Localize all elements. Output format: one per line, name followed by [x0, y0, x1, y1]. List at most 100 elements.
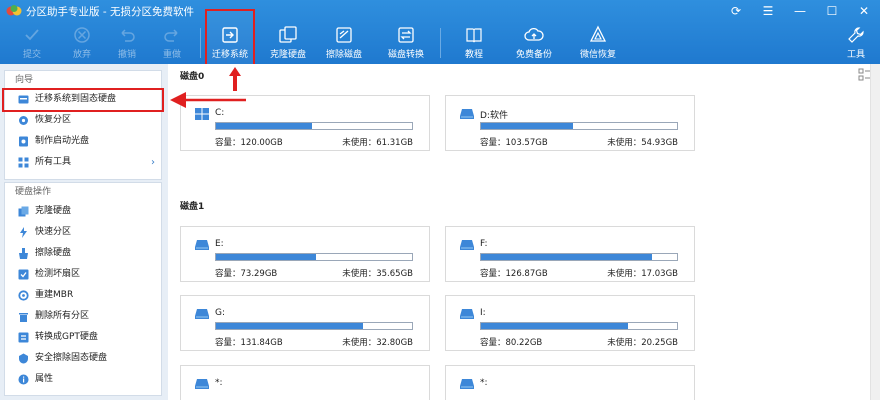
title-bar: 分区助手专业版 - 无损分区免费软件 ⟳ ☰ — ☐ ✕: [0, 0, 880, 22]
vertical-scrollbar[interactable]: [870, 64, 880, 400]
partition-capacity: 容量：131.84GB: [215, 338, 283, 348]
redo-button[interactable]: 重做: [162, 22, 182, 64]
partition-card-i[interactable]: I: 容量：80.22GB 未使用：20.25GB: [445, 295, 695, 351]
app-logo-icon: [6, 5, 22, 16]
partition-free: 未使用：54.93GB: [607, 138, 678, 148]
wizard-panel: 向导 迁移系统到固态硬盘 恢复分区 制作启动光盘 所有工具 ›: [4, 70, 162, 180]
partition-capacity: 容量：80.22GB: [480, 338, 543, 348]
partition-capacity: 容量：103.57GB: [480, 138, 548, 148]
submit-button[interactable]: 提交: [22, 22, 42, 64]
maximize-button[interactable]: ☐: [816, 0, 848, 22]
redo-icon: [164, 29, 178, 42]
sidebar-item-wipe-disk[interactable]: 擦除硬盘: [5, 243, 161, 264]
wechat-recovery-icon: [589, 25, 607, 42]
all-tools-icon: [18, 157, 29, 168]
sidebar-item-label: 所有工具: [35, 157, 72, 167]
sidebar-item-all-tools[interactable]: 所有工具 ›: [5, 152, 161, 173]
discard-button[interactable]: 放弃: [72, 22, 92, 64]
menu-icon[interactable]: ☰: [752, 0, 784, 22]
toolbar: 提交 放弃 撤销 重做 迁移系统 克隆硬盘 擦除磁盘 磁盘转换 教程 免费备份 …: [0, 22, 880, 64]
sidebar-item-secure-erase[interactable]: 安全擦除固态硬盘: [5, 348, 161, 369]
disk-ops-panel: 硬盘操作 克隆硬盘 快速分区 擦除硬盘 检测坏扇区 重建MBR 删除所有分区 转…: [4, 182, 162, 396]
sidebar-item-label: 属性: [35, 374, 54, 384]
recover-icon: [19, 116, 28, 125]
sidebar-item-boot-disc[interactable]: 制作启动光盘: [5, 131, 161, 152]
bad-sector-icon: [18, 269, 29, 280]
wipe-disk-icon: [336, 27, 352, 43]
sidebar-item-bad-sector[interactable]: 检测坏扇区: [5, 264, 161, 285]
tutorial-button[interactable]: 教程: [464, 22, 484, 64]
partition-free: 未使用：35.65GB: [342, 269, 413, 279]
window-title: 分区助手专业版 - 无损分区免费软件: [26, 6, 194, 18]
disk-ops-title: 硬盘操作: [15, 187, 52, 197]
clone-disk-button[interactable]: 克隆硬盘: [270, 22, 306, 64]
sidebar-item-convert-gpt[interactable]: 转换成GPT硬盘: [5, 327, 161, 348]
partition-name: F:: [480, 239, 488, 249]
partition-free: 未使用：32.80GB: [342, 338, 413, 348]
toolbar-separator: [200, 28, 201, 58]
migrate-ssd-highlight: [2, 88, 164, 112]
undo-button[interactable]: 撤销: [117, 22, 137, 64]
tutorial-icon: [466, 28, 482, 43]
usage-bar: [480, 122, 678, 130]
partition-card-unallocated-2[interactable]: *:: [445, 365, 695, 400]
sidebar-item-label: 删除所有分区: [35, 311, 90, 321]
partition-name: *:: [215, 378, 223, 388]
sidebar-item-recover-partition[interactable]: 恢复分区: [5, 110, 161, 131]
partition-card-unallocated-1[interactable]: *:: [180, 365, 430, 400]
refresh-icon[interactable]: ⟳: [720, 0, 752, 22]
wechat-recovery-button[interactable]: 微信恢复: [580, 22, 616, 64]
drive-icon: [195, 240, 209, 250]
partition-card-g[interactable]: G: 容量：131.84GB 未使用：32.80GB: [180, 295, 430, 351]
chevron-right-icon: ›: [151, 157, 155, 168]
sidebar-item-label: 重建MBR: [35, 290, 74, 300]
sidebar: 向导 迁移系统到固态硬盘 恢复分区 制作启动光盘 所有工具 › 硬盘操作 克隆硬…: [0, 64, 168, 400]
partition-free: 未使用：20.25GB: [607, 338, 678, 348]
wipe-icon: [19, 248, 28, 259]
close-button[interactable]: ✕: [848, 0, 880, 22]
wipe-disk-button[interactable]: 擦除磁盘: [326, 22, 362, 64]
usage-fill: [481, 254, 652, 260]
usage-fill: [481, 323, 628, 329]
partition-name: *:: [480, 378, 488, 388]
partition-name: I:: [480, 308, 486, 318]
disk-map-area: 磁盘0 C: 容量：120.00GB 未使用：61.31GB D:软件 容量：1…: [168, 64, 880, 400]
usage-fill: [216, 123, 313, 129]
sidebar-item-quick-partition[interactable]: 快速分区: [5, 222, 161, 243]
usage-fill: [216, 254, 316, 260]
free-backup-button[interactable]: 免费备份: [516, 22, 552, 64]
partition-free: 未使用：17.03GB: [607, 269, 678, 279]
partition-card-d[interactable]: D:软件 容量：103.57GB 未使用：54.93GB: [445, 95, 695, 151]
properties-icon: [18, 374, 29, 385]
disk-convert-button[interactable]: 磁盘转换: [388, 22, 424, 64]
partition-capacity: 容量：73.29GB: [215, 269, 278, 279]
sidebar-item-label: 转换成GPT硬盘: [35, 332, 98, 342]
sidebar-item-clone-disk[interactable]: 克隆硬盘: [5, 201, 161, 222]
partition-name: G:: [215, 308, 226, 318]
sidebar-item-delete-all[interactable]: 删除所有分区: [5, 306, 161, 327]
sidebar-item-properties[interactable]: 属性: [5, 369, 161, 390]
sidebar-item-label: 恢复分区: [35, 115, 72, 125]
tools-icon: [848, 27, 864, 43]
partition-card-f[interactable]: F: 容量：126.87GB 未使用：17.03GB: [445, 226, 695, 282]
check-icon: [25, 29, 39, 41]
sidebar-item-label: 擦除硬盘: [35, 248, 72, 258]
drive-icon: [460, 109, 474, 119]
delete-all-icon: [19, 313, 28, 322]
minimize-button[interactable]: —: [784, 0, 816, 22]
sidebar-item-label: 快速分区: [35, 227, 72, 237]
disk-1-title: 磁盘1: [180, 202, 205, 212]
drive-icon: [195, 379, 209, 389]
partition-card-e[interactable]: E: 容量：73.29GB 未使用：35.65GB: [180, 226, 430, 282]
disk-convert-icon: [398, 27, 414, 43]
drive-icon: [460, 379, 474, 389]
secure-erase-icon: [19, 353, 28, 364]
cancel-icon: [74, 27, 90, 43]
tools-button[interactable]: 工具: [846, 22, 866, 64]
annotation-arrow-up-icon: [229, 67, 241, 91]
partition-name: E:: [215, 239, 224, 249]
toolbar-separator: [440, 28, 441, 58]
wizard-title: 向导: [15, 75, 34, 85]
drive-icon: [195, 309, 209, 319]
sidebar-item-rebuild-mbr[interactable]: 重建MBR: [5, 285, 161, 306]
